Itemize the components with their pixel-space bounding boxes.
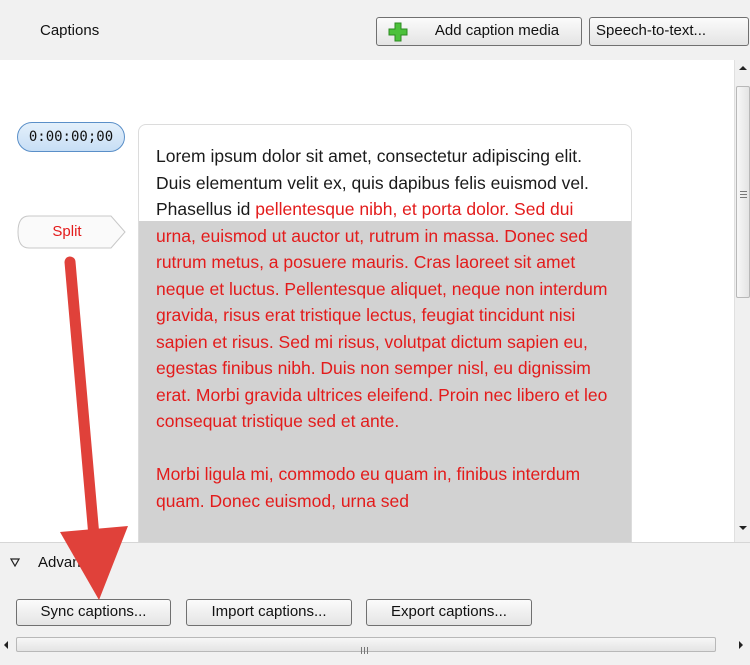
collapse-triangle-icon[interactable] [10,557,20,567]
advanced-panel: Sync captions... Import captions... Expo… [0,581,750,665]
caption-text-paragraph-2: Morbi ligula mi, commodo eu quam in, fin… [156,464,581,511]
horizontal-scrollbar[interactable] [0,637,750,654]
speech-to-text-label: Speech-to-text... [596,22,707,39]
speech-to-text-button[interactable]: Speech-to-text... [589,17,749,46]
split-label: Split [52,223,82,240]
caption-text-editor[interactable]: Lorem ipsum dolor sit amet, consectetur … [138,124,632,542]
scroll-left-arrow-icon[interactable] [4,641,8,649]
scroll-down-arrow-icon[interactable] [739,526,747,530]
export-captions-button[interactable]: Export captions... [366,599,532,626]
advanced-label: Advanced [38,554,105,571]
import-captions-button[interactable]: Import captions... [186,599,352,626]
add-caption-media-button[interactable]: Add caption media [376,17,582,46]
vertical-scrollbar[interactable] [734,60,750,542]
captions-header: Captions Add caption media Speech-to-tex… [0,0,750,60]
add-caption-media-label: Add caption media [434,22,560,39]
caption-text: Lorem ipsum dolor sit amet, consectetur … [139,125,631,514]
grip-icon [361,641,370,654]
grip-icon [740,191,747,200]
horizontal-scroll-thumb[interactable] [16,637,716,654]
caption-timestamp[interactable]: 0:00:00;00 [17,122,125,152]
caption-list: 0:00:00;00 Split Lorem ipsum dolor sit a… [0,60,734,542]
vertical-scroll-thumb[interactable] [736,86,750,298]
scroll-right-arrow-icon[interactable] [739,641,743,649]
scroll-up-arrow-icon[interactable] [739,66,747,70]
sync-captions-button[interactable]: Sync captions... [16,599,171,626]
panel-title: Captions [40,22,100,39]
plus-icon [388,22,408,42]
split-button[interactable]: Split [17,215,127,249]
advanced-section-header[interactable]: Advanced [0,542,750,581]
caption-text-after-cursor: pellentesque nibh, et porta dolor. Sed d… [156,199,608,431]
